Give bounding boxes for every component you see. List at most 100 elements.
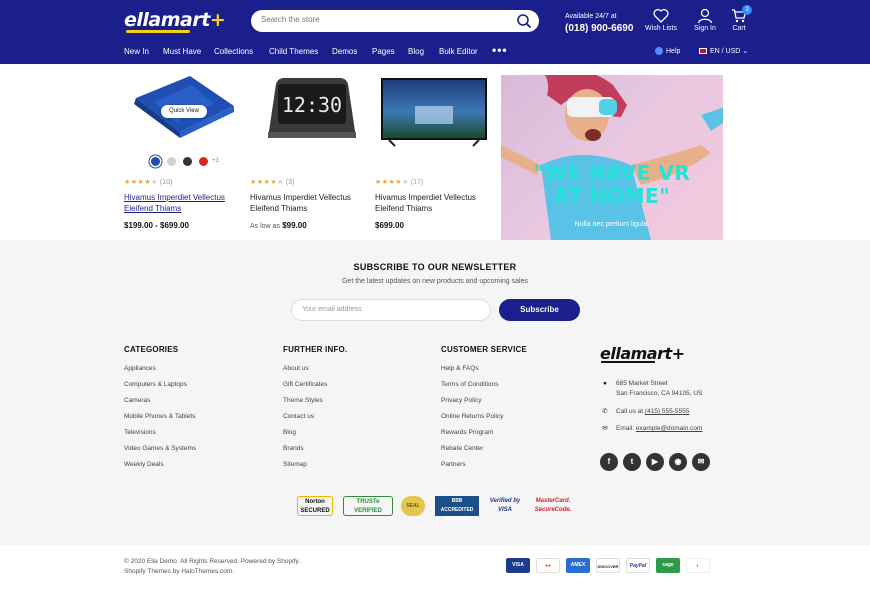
- footer-link[interactable]: Privacy Policy: [441, 397, 527, 413]
- truste-badge: TRUSTe VERIFIED: [343, 496, 393, 516]
- nav-item-must-have[interactable]: Must Have: [163, 47, 201, 56]
- nav-item-new-in[interactable]: New In: [124, 47, 149, 56]
- bbb-badge: BBB ACCREDITED BUSINESS: [435, 496, 479, 522]
- twitter-icon[interactable]: t: [623, 453, 641, 471]
- star-rating-icon: ★★★★★: [124, 179, 158, 186]
- footer-categories: CATEGORIES Appliances Computers & Laptop…: [124, 345, 196, 477]
- more-swatches[interactable]: +3: [212, 158, 219, 164]
- footer-link[interactable]: About us: [283, 365, 347, 381]
- footer-link[interactable]: Theme Styles: [283, 397, 347, 413]
- location-pin-icon: ●: [603, 380, 607, 387]
- newsletter-subtitle: Get the latest updates on new products a…: [341, 278, 528, 285]
- youtube-icon[interactable]: ▶: [646, 453, 664, 471]
- banner-title: "WE HAVE VR AT HOME": [533, 161, 691, 208]
- footer-link[interactable]: Mobile Phones & Tablets: [124, 413, 196, 429]
- signin-button[interactable]: Sign In: [687, 8, 723, 32]
- smart-clock-image[interactable]: 12:30: [250, 68, 368, 150]
- nav-item-collections[interactable]: Collections: [214, 47, 253, 56]
- seal-badge: SEAL: [401, 496, 425, 516]
- footer-link[interactable]: Rebate Center: [441, 445, 527, 461]
- amex-icon: AMEX: [566, 558, 590, 573]
- quick-view-button[interactable]: Quick View: [161, 105, 207, 118]
- help-link[interactable]: Help: [655, 47, 680, 55]
- promo-banner[interactable]: "WE HAVE VR AT HOME" Nulla nec pretium l…: [501, 75, 723, 240]
- footer-link[interactable]: Cameras: [124, 397, 196, 413]
- footer-link[interactable]: Computers & Laptops: [124, 381, 196, 397]
- cart-label: Cart: [732, 25, 746, 32]
- color-swatch-red[interactable]: [199, 157, 208, 166]
- facebook-icon[interactable]: f: [600, 453, 618, 471]
- product-price: $199.00 - $699.00: [124, 221, 189, 230]
- locale-selector[interactable]: EN / USD ⌄: [699, 47, 748, 55]
- color-swatch-blue[interactable]: [151, 157, 160, 166]
- clock-display-text: 12:30: [282, 93, 342, 117]
- footer-customer-service: CUSTOMER SERVICE Help & FAQs Terms of Co…: [441, 345, 527, 477]
- copyright: © 2020 Ella Demo. All Rights Reserved. P…: [124, 558, 300, 575]
- footer-link[interactable]: Help & FAQs: [441, 365, 527, 381]
- signin-label: Sign In: [694, 25, 716, 32]
- availability-text: Available 24/7 at: [565, 13, 617, 20]
- site-logo[interactable]: ellamart+: [124, 9, 226, 31]
- footer-link[interactable]: Televisions: [124, 429, 196, 445]
- price-prefix: As low as: [250, 223, 280, 230]
- search-icon[interactable]: [516, 13, 532, 29]
- color-swatch-black[interactable]: [183, 157, 192, 166]
- product-rating: ★★★★★ (17): [375, 179, 424, 186]
- verified-by-visa-badge: Verified by VISA: [489, 498, 521, 513]
- footer-link[interactable]: Contact us: [283, 413, 347, 429]
- star-rating-icon: ★★★★★: [250, 179, 284, 186]
- product-price: As low as $99.00: [250, 221, 307, 230]
- mastercard-securecode-badge: MasterCard. SecureCode.: [534, 498, 572, 513]
- phone-number[interactable]: (018) 900-6690: [565, 23, 633, 34]
- nav-item-pages[interactable]: Pages: [372, 47, 395, 56]
- footer-link[interactable]: Partners: [441, 461, 527, 477]
- footer-link[interactable]: Video Games & Systems: [124, 445, 196, 461]
- footer-link[interactable]: Appliances: [124, 365, 196, 381]
- footer-link[interactable]: Sitemap: [283, 461, 347, 477]
- paypal-icon: PayPal: [626, 558, 650, 573]
- footer-link[interactable]: Weekly Deals: [124, 461, 196, 477]
- product-price: $699.00: [375, 221, 404, 230]
- mail-icon: ✉: [602, 425, 608, 432]
- television-image[interactable]: [375, 68, 493, 150]
- visa-icon: VISA: [506, 558, 530, 573]
- color-swatch-silver[interactable]: [167, 157, 176, 166]
- uk-flag-icon: [699, 48, 707, 55]
- footer-link[interactable]: Gift Certificates: [283, 381, 347, 397]
- nav-item-bulk-editor[interactable]: Bulk Editor: [439, 47, 478, 56]
- footer-heading: CATEGORIES: [124, 345, 179, 354]
- messenger-icon[interactable]: ✉: [692, 453, 710, 471]
- product-title[interactable]: Hivamus Imperdiet Vellectus Eleifend Thi…: [250, 192, 360, 214]
- mastercard-icon: ●●: [536, 558, 560, 573]
- norton-badge: Norton SECURED: [297, 496, 333, 516]
- footer-link[interactable]: Rewards Program: [441, 429, 527, 445]
- footer-link[interactable]: Terms of Conditions: [441, 381, 527, 397]
- heart-icon: [653, 8, 669, 23]
- footer-link[interactable]: Blog: [283, 429, 347, 445]
- search-placeholder: Search the store: [261, 15, 320, 24]
- search-input[interactable]: Search the store: [251, 10, 539, 32]
- product-title[interactable]: Hivamus Imperdiet Vellectus Eleifend Thi…: [124, 192, 234, 214]
- star-rating-icon: ★★★★★: [375, 179, 409, 186]
- footer-link[interactable]: Brands: [283, 445, 347, 461]
- nav-item-child-themes[interactable]: Child Themes: [269, 47, 318, 56]
- sage-icon: sage: [656, 558, 680, 573]
- site-header: ellamart+ Search the store Available 24/…: [0, 0, 870, 64]
- newsletter-email-input[interactable]: Your email address: [291, 299, 491, 321]
- footer-heading: CUSTOMER SERVICE: [441, 345, 528, 354]
- product-title[interactable]: Hivamus Imperdiet Vellectus Eleifend Thi…: [375, 192, 485, 214]
- wishlist-label: Wish Lists: [645, 25, 677, 32]
- nav-item-blog[interactable]: Blog: [408, 47, 424, 56]
- user-icon: [697, 8, 713, 23]
- wishlist-button[interactable]: Wish Lists: [643, 8, 679, 32]
- product-rating: ★★★★★ (10): [124, 179, 173, 186]
- nav-more-button[interactable]: •••: [492, 43, 508, 57]
- nav-item-demos[interactable]: Demos: [332, 47, 357, 56]
- footer-logo-underline: [601, 361, 655, 363]
- subscribe-button[interactable]: Subscribe: [499, 299, 580, 321]
- logo-underline: [126, 30, 190, 33]
- banner-subtitle: Nulla nec pretium ligula.: [574, 221, 650, 228]
- footer-link[interactable]: Online Returns Policy: [441, 413, 527, 429]
- snapchat-icon[interactable]: ◉: [669, 453, 687, 471]
- phone-icon: ✆: [602, 408, 608, 415]
